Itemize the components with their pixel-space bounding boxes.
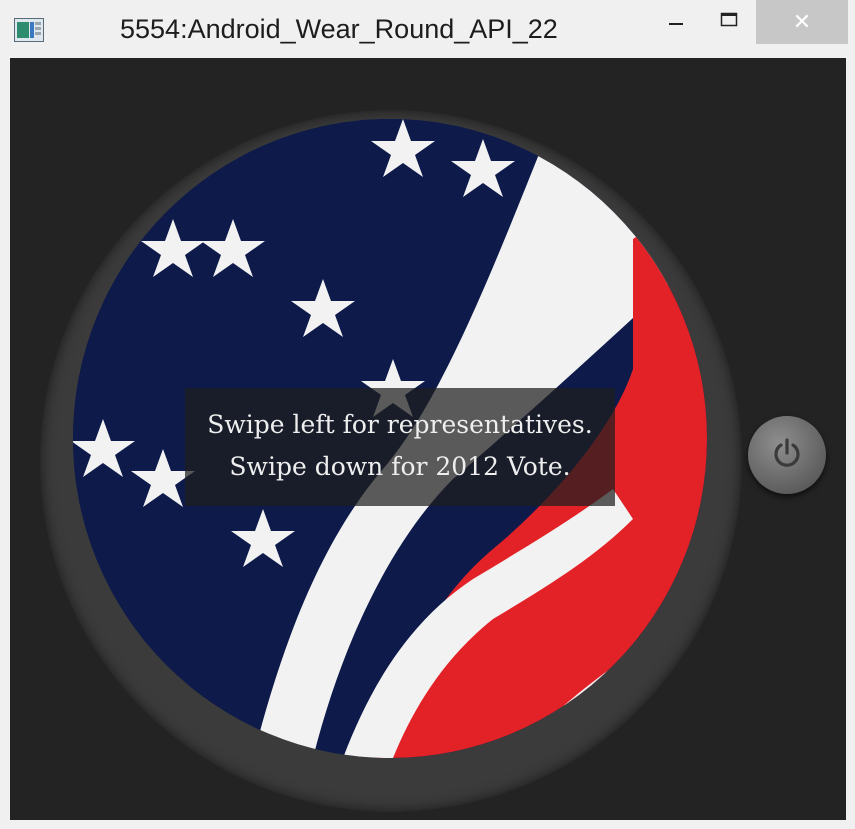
power-button[interactable]	[748, 416, 826, 494]
instruction-line-2: Swipe down for 2012 Vote.	[229, 452, 571, 481]
maximize-icon	[720, 12, 738, 32]
maximize-button[interactable]	[706, 0, 752, 44]
minimize-button[interactable]	[650, 0, 702, 44]
window-title: 5554:Android_Wear_Round_API_22	[120, 14, 558, 44]
minimize-icon	[668, 12, 684, 32]
close-button[interactable]: ✕	[756, 0, 848, 44]
power-icon	[770, 436, 804, 474]
instruction-line-1: Swipe left for representatives.	[207, 410, 593, 439]
emulator-app-icon[interactable]	[14, 18, 44, 42]
emulator-screen: Swipe left for representatives. Swipe do…	[10, 58, 846, 820]
title-bar[interactable]: 5554:Android_Wear_Round_API_22 ✕	[0, 0, 855, 58]
close-icon: ✕	[792, 9, 812, 35]
instruction-overlay: Swipe left for representatives. Swipe do…	[185, 388, 615, 506]
